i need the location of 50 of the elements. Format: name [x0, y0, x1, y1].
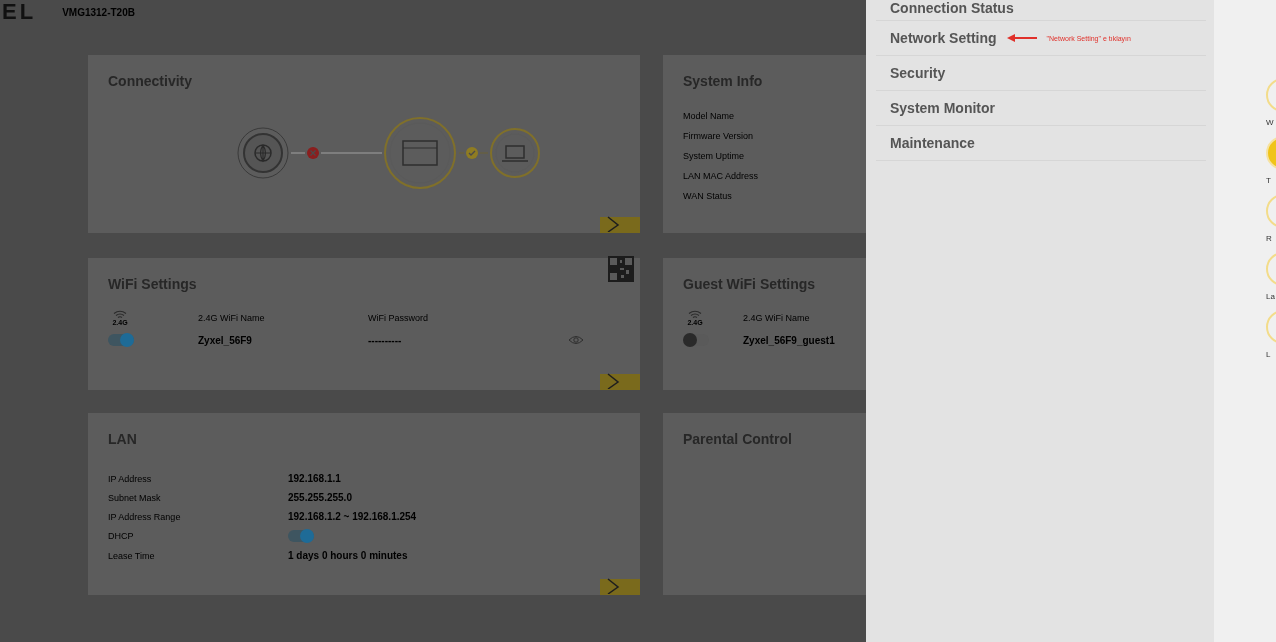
- chevron-icon: [606, 578, 620, 594]
- shortcut-label: La: [1266, 292, 1275, 301]
- qr-code-icon[interactable]: [608, 256, 634, 282]
- field-label: WAN Status: [683, 191, 733, 201]
- next-button[interactable]: [600, 217, 640, 233]
- next-button[interactable]: [600, 579, 640, 595]
- menu-item[interactable]: Maintenance: [890, 135, 975, 151]
- globe-icon: [237, 127, 289, 179]
- shortcut-label: W: [1266, 118, 1274, 127]
- field-label: 2.4G WiFi Name: [743, 313, 811, 323]
- arrow-annotation: [1006, 34, 1037, 42]
- menu-item[interactable]: Network Setting: [890, 30, 997, 46]
- wifi-name: Zyxel_56F9_guest1: [743, 334, 836, 346]
- eye-icon[interactable]: [568, 335, 584, 345]
- field-label: DHCP: [108, 531, 135, 541]
- connector-line: [290, 152, 306, 154]
- model-name: VMG1312-T20B: [62, 6, 135, 18]
- field-value: 1 days 0 hours 0 minutes: [288, 550, 409, 561]
- menu-item[interactable]: Security: [890, 65, 946, 81]
- router-icon: [384, 117, 456, 189]
- shortcut-label: L: [1266, 350, 1271, 359]
- field-label: System Uptime: [683, 151, 745, 161]
- menu-item[interactable]: Connection Status: [890, 0, 1014, 16]
- field-value: 192.168.1.1: [288, 473, 342, 484]
- field-label: IP Address Range: [108, 511, 182, 522]
- wifi-name: Zyxel_56F9: [198, 334, 253, 346]
- field-label: 2.4G WiFi Name: [198, 313, 266, 323]
- logo: EL: [2, 0, 37, 24]
- wifi-icon: [688, 310, 702, 319]
- wifi-password: ----------: [368, 334, 403, 346]
- chevron-icon: [606, 373, 620, 389]
- field-label: Firmware Version: [683, 131, 755, 141]
- laptop-icon: [490, 128, 540, 178]
- shortcut-label: R: [1266, 234, 1272, 243]
- field-value: 255.255.255.0: [288, 492, 353, 503]
- toggle-switch[interactable]: [108, 334, 134, 346]
- field-label: IP Address: [108, 473, 153, 484]
- field-label: Model Name: [683, 111, 736, 121]
- shortcut-label: T: [1266, 176, 1271, 185]
- field-label: Lease Time: [108, 550, 156, 561]
- field-label: LAN MAC Address: [683, 171, 760, 181]
- toggle-switch[interactable]: [288, 530, 314, 542]
- field-label: Subnet Mask: [108, 492, 162, 503]
- wifi-icon: [113, 310, 127, 319]
- field-label: WiFi Password: [368, 313, 429, 323]
- field-value: 192.168.1.2 ~ 192.168.1.254: [288, 511, 418, 522]
- menu-item[interactable]: System Monitor: [890, 100, 995, 116]
- connector-line: [320, 152, 383, 154]
- next-button[interactable]: [600, 374, 640, 390]
- chevron-icon: [606, 216, 620, 232]
